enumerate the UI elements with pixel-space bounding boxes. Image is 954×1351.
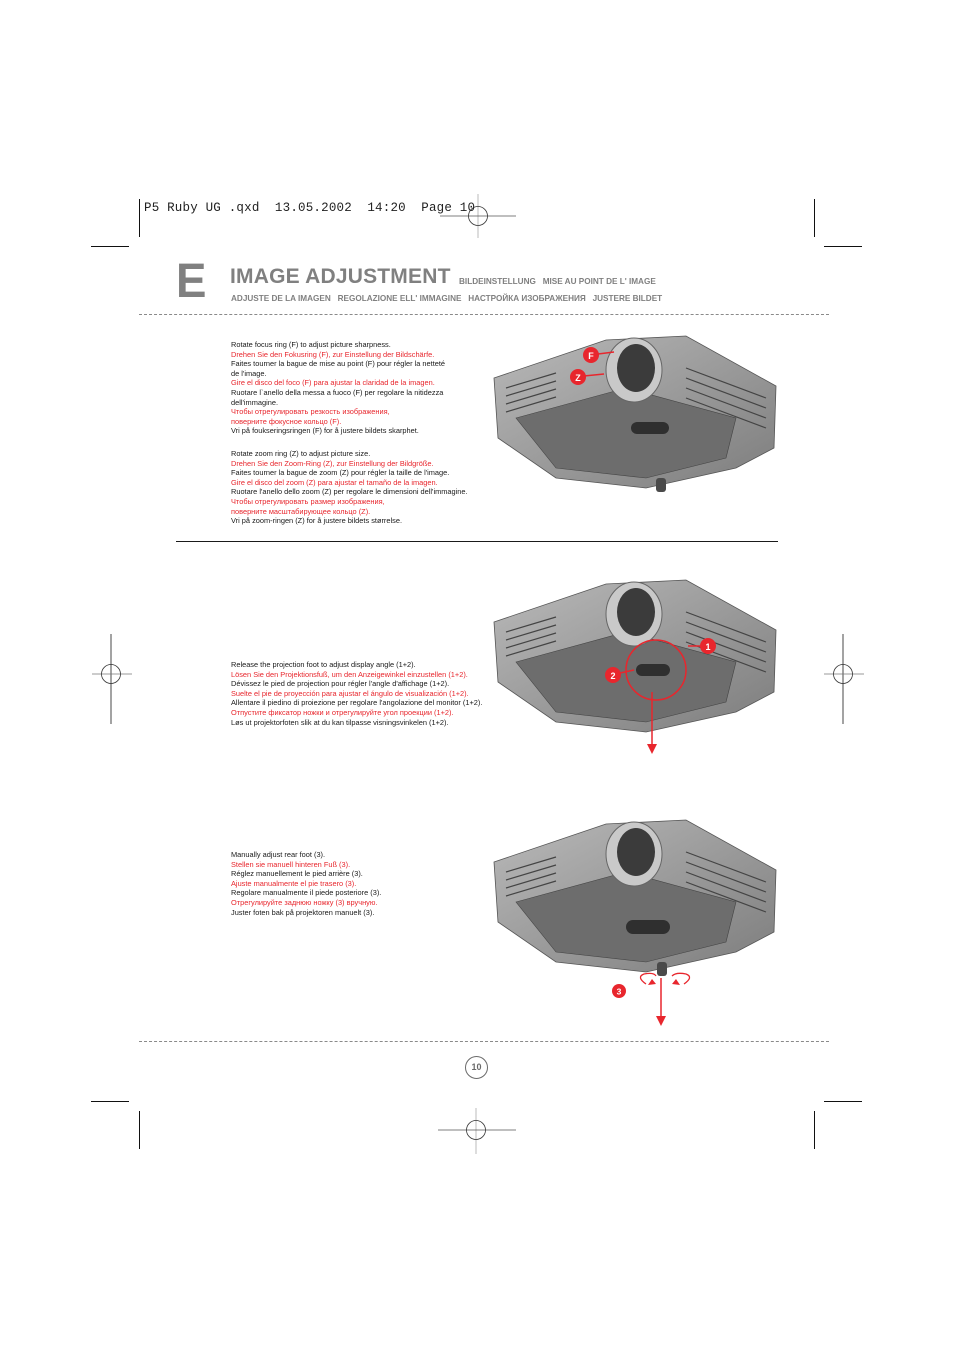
registration-mark-right	[824, 634, 864, 724]
instruction-line-translation: Gire el disco del foco (F) para ajustar …	[231, 378, 435, 388]
instruction-line: Faites tourner la bague de zoom (Z) pour…	[231, 468, 450, 478]
crop-mark-tr-vertical	[814, 199, 816, 237]
instruction-line: Regolare manualmente il piede posteriore…	[231, 888, 382, 898]
instruction-line: Manually adjust rear foot (3).	[231, 850, 326, 859]
registration-mark-left	[92, 634, 132, 724]
instruction-line-translation: поверните фокусное кольцо (F).	[231, 416, 342, 426]
instruction-line: Ruotare l'anello dello zoom (Z) per rego…	[231, 487, 468, 497]
instruction-line: Dévissez le pied de projection pour régl…	[231, 679, 450, 689]
page-subtitle-line2: ADJUSTE DE LA IMAGEN REGOLAZIONE ELL' IM…	[231, 294, 663, 303]
instruction-line: Vri på foukseringsringen (F) for å juste…	[231, 426, 419, 436]
instruction-line: Ruotare l`anello della messa a fuoco (F)…	[231, 387, 444, 397]
svg-text:Z: Z	[575, 373, 581, 383]
instruction-line-translation: Чтобы отрегулировать резкость изображени…	[231, 407, 390, 417]
crop-mark-bl-vertical	[139, 1111, 141, 1149]
instruction-line-translation: поверните масштабирующее кольцо (Z).	[231, 506, 371, 516]
page-number: 10	[465, 1056, 488, 1079]
instruction-line: de l'image.	[231, 368, 267, 378]
instructions-focus: Rotate focus ring (F) to adjust picture …	[231, 340, 445, 436]
file-slug: P5 Ruby UG .qxd 13.05.2002 14:20 Page 10	[144, 201, 476, 215]
instructions-zoom: Rotate zoom ring (Z) to adjust picture s…	[231, 449, 468, 526]
marker-step-3: 3	[612, 984, 626, 998]
page-title: IMAGE ADJUSTMENT	[230, 265, 451, 288]
header-divider	[139, 314, 829, 315]
footer-divider	[139, 1041, 829, 1042]
instruction-line: Release the projection foot to adjust di…	[231, 660, 416, 669]
crop-mark-tr-horizontal	[824, 246, 862, 248]
instruction-line: Rotate zoom ring (Z) to adjust picture s…	[231, 449, 371, 458]
instruction-line-translation: Drehen Sie den Fokusring (F), zur Einste…	[231, 349, 435, 359]
instruction-line: Rotate focus ring (F) to adjust picture …	[231, 340, 391, 349]
instruction-line-translation: Отрегулируйте заднюю ножку (3) вручную.	[231, 897, 378, 907]
registration-mark-bottom	[438, 1108, 516, 1154]
instruction-line: Allentare il piedino di proiezione per r…	[231, 698, 483, 708]
instruction-line-translation: Suelte el pie de proyección para ajustar…	[231, 688, 469, 698]
svg-text:2: 2	[610, 671, 615, 681]
instruction-line: dell'immagine.	[231, 397, 279, 407]
svg-text:1: 1	[705, 642, 710, 652]
crop-mark-br-horizontal	[824, 1101, 862, 1103]
instruction-line-translation: Drehen Sie den Zoom-Ring (Z), zur Einste…	[231, 458, 434, 468]
instruction-line: Juster foten bak på projektoren manuelt …	[231, 907, 375, 917]
instruction-line: Løs ut projektorfoten slik at du kan til…	[231, 717, 449, 727]
instructions-projection-foot: Release the projection foot to adjust di…	[231, 660, 482, 727]
instruction-line: Réglez manuellement le pied arrière (3).	[231, 869, 363, 879]
instruction-line-translation: Ajuste manualmente el pie trasero (3).	[231, 878, 357, 888]
instruction-line: Faites tourner la bague de mise au point…	[231, 359, 446, 369]
crop-mark-tl-horizontal	[91, 246, 129, 248]
instruction-line-translation: Чтобы отрегулировать размер изображения,	[231, 496, 385, 506]
instructions-rear-foot: Manually adjust rear foot (3). Stellen si…	[231, 850, 381, 917]
instruction-line-translation: Stellen sie manuell hinteren Fuß (3).	[231, 859, 351, 869]
crop-mark-br-vertical	[814, 1111, 816, 1149]
arrow-down-icon	[656, 1016, 666, 1026]
projector-illustration-focus-zoom: F Z	[486, 328, 784, 498]
svg-text:F: F	[588, 351, 594, 361]
arrow-down-icon	[647, 744, 657, 754]
instruction-line: Vri på zoom-ringen (Z) for å justere bil…	[231, 516, 402, 526]
page-subtitle-line1: BILDEINSTELLUNG MISE AU POINT DE L' IMAG…	[459, 277, 656, 286]
svg-text:3: 3	[617, 987, 622, 997]
crop-mark-bl-horizontal	[91, 1101, 129, 1103]
section-letter: E	[176, 255, 207, 308]
projector-illustration-rear-foot: 3	[486, 812, 784, 1030]
crop-mark-tl-vertical	[139, 199, 141, 237]
projector-illustration-projection-foot: 1 2	[486, 572, 784, 777]
instruction-line-translation: Lösen Sie den Projektionsfuß, um den Anz…	[231, 669, 468, 679]
section-divider	[176, 541, 778, 542]
instruction-line-translation: Отпустите фиксатор ножки и отрегулируйте…	[231, 707, 454, 717]
instruction-line-translation: Gire el disco del zoom (Z) para ajustar …	[231, 477, 438, 487]
